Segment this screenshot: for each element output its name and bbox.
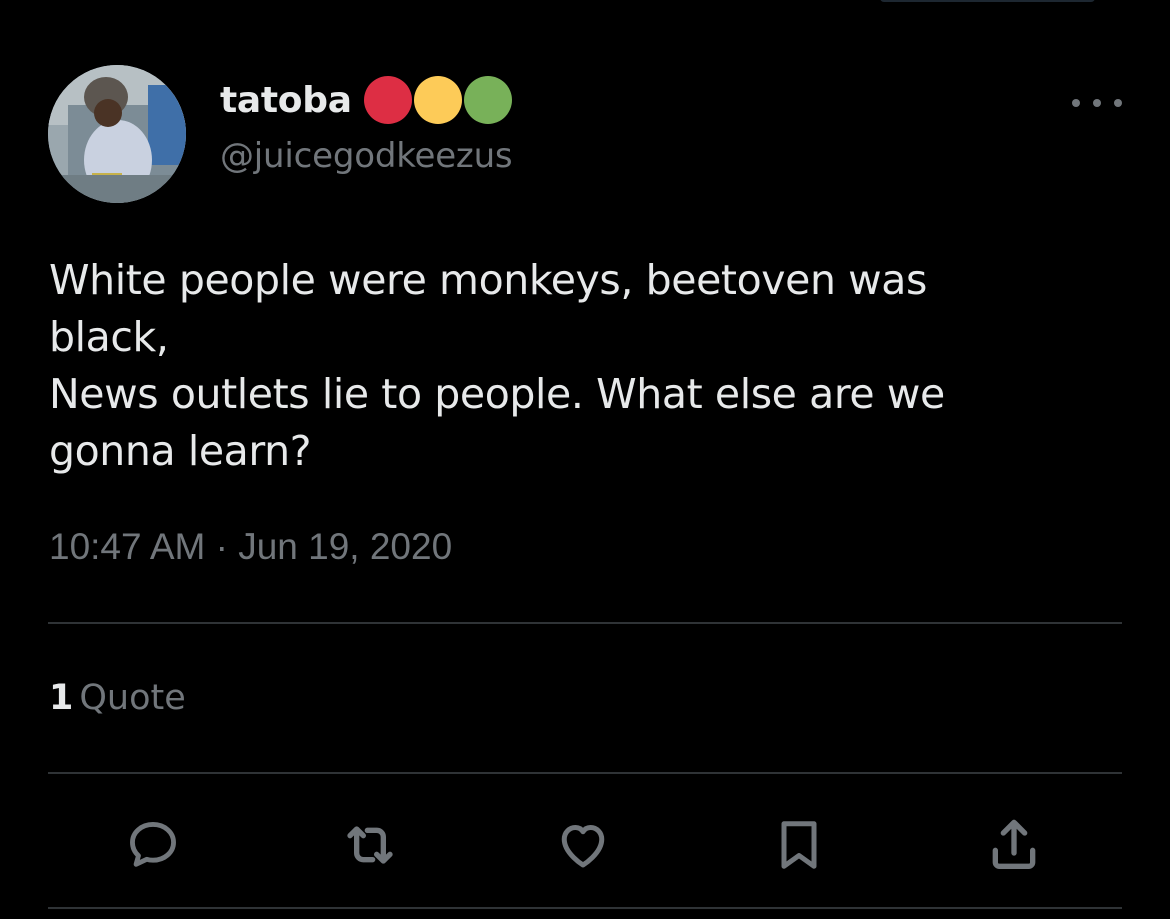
avatar-photo (48, 65, 186, 203)
more-options-button[interactable] (1072, 88, 1122, 118)
quote-count: 1 (49, 678, 74, 718)
divider (48, 772, 1122, 774)
more-dot-icon (1114, 99, 1122, 107)
tweet-timestamp[interactable]: 10:47 AM · Jun 19, 2020 (49, 526, 452, 568)
reply-icon (130, 822, 176, 867)
avatar[interactable] (48, 65, 186, 203)
share-icon (992, 819, 1036, 869)
quote-label: Quote (79, 678, 186, 718)
bookmark-button[interactable] (767, 813, 831, 877)
share-button[interactable] (982, 813, 1046, 877)
name-emojis (363, 76, 512, 124)
like-button[interactable] (551, 813, 615, 877)
more-dot-icon (1093, 99, 1101, 107)
action-bar (0, 813, 1170, 877)
divider (48, 907, 1122, 909)
retweet-icon (347, 826, 393, 864)
bookmark-icon (781, 821, 817, 869)
user-handle[interactable]: @juicegodkeezus (220, 136, 513, 176)
display-name[interactable]: tatoba (220, 80, 352, 121)
author-name-row[interactable]: tatoba (220, 76, 512, 124)
red-circle-icon (363, 76, 412, 124)
more-dot-icon (1072, 99, 1080, 107)
like-icon (561, 825, 605, 868)
top-scroll-handle (880, 0, 1095, 2)
green-circle-icon (463, 76, 512, 124)
tweet-text: White people were monkeys, beetoven was … (49, 252, 1109, 480)
tweet-text-line: gonna learn? (49, 427, 312, 475)
tweet-text-line: White people were monkeys, beetoven was (49, 256, 927, 304)
divider (48, 622, 1122, 624)
yellow-circle-icon (413, 76, 462, 124)
tweet-text-line: News outlets lie to people. What else ar… (49, 370, 945, 418)
tweet-text-line: black, (49, 313, 169, 361)
quote-stats[interactable]: 1 Quote (49, 678, 186, 718)
retweet-button[interactable] (338, 813, 402, 877)
reply-button[interactable] (121, 813, 185, 877)
